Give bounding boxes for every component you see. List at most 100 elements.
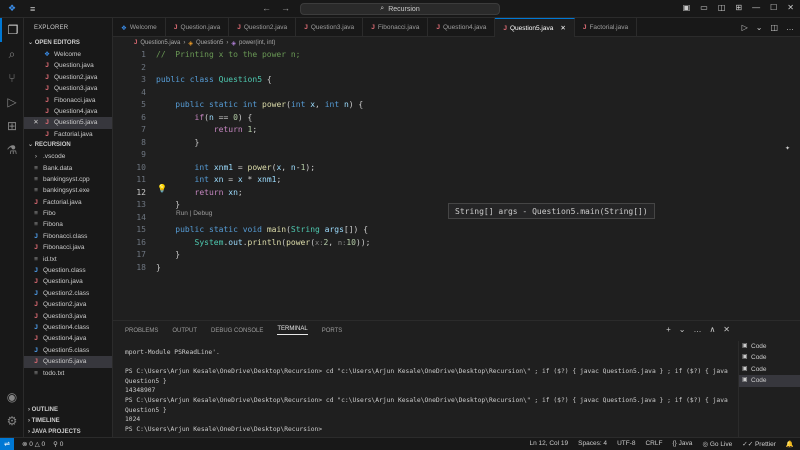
open-editor-item[interactable]: J Fibonacci.java: [24, 95, 112, 106]
panel-tab-terminal[interactable]: TERMINAL: [277, 326, 308, 335]
file-item[interactable]: J Question4.class: [24, 322, 112, 333]
file-item[interactable]: J Question4.java: [24, 333, 112, 344]
timeline-section[interactable]: › TIMELINE: [24, 416, 112, 427]
file-item[interactable]: J Fibonacci.java: [24, 242, 112, 253]
codelens-run-debug[interactable]: Run | Debug: [176, 210, 212, 217]
folder-item[interactable]: › .vscode: [24, 151, 112, 162]
file-item[interactable]: J Question3.java: [24, 311, 112, 322]
terminal-instance[interactable]: ▣ Code: [739, 364, 800, 375]
breadcrumb-file[interactable]: Question5.java: [140, 40, 180, 46]
close-tab-icon[interactable]: ✕: [560, 24, 565, 32]
split-icon[interactable]: ◫: [718, 3, 726, 12]
terminal-dropdown-icon[interactable]: ⌄: [679, 325, 686, 334]
file-item[interactable]: J Question5.class: [24, 345, 112, 356]
file-item[interactable]: ≡ Bank.data: [24, 163, 112, 174]
forward-arrow-icon[interactable]: →: [281, 3, 290, 13]
open-editor-item[interactable]: J Question2.java: [24, 72, 112, 83]
account-icon[interactable]: ◉: [0, 385, 24, 409]
close-icon[interactable]: ✕: [32, 117, 40, 128]
run-dropdown-icon[interactable]: ⌄: [756, 23, 763, 32]
breadcrumb-class[interactable]: Question5: [196, 40, 223, 46]
terminal-instance[interactable]: ▣ Code: [739, 375, 800, 387]
file-item[interactable]: ≡ bankingsyst.exe: [24, 185, 112, 196]
errors-status[interactable]: ⊗ 0 △ 0: [22, 440, 45, 448]
back-arrow-icon[interactable]: ←: [262, 3, 271, 13]
lightbulb-icon[interactable]: 💡: [157, 184, 167, 193]
file-item[interactable]: J Fibonacci.class: [24, 231, 112, 242]
code-editor[interactable]: 1 2 3 4 5 6 7 8 9 10 11 12 13 14 15 16 17 18 // Printing …: [113, 49, 800, 320]
editor-tab[interactable]: J Question5.java ✕: [495, 18, 575, 37]
search-view-icon[interactable]: ⌕: [0, 42, 24, 66]
editor-tab[interactable]: J Question3.java: [296, 18, 364, 37]
file-item[interactable]: J Factorial.java: [24, 197, 112, 208]
more-actions-icon[interactable]: …: [786, 23, 794, 32]
file-item[interactable]: J Question2.class: [24, 288, 112, 299]
file-item[interactable]: J Question.java: [24, 276, 112, 287]
menu-icon[interactable]: ≡: [24, 4, 41, 14]
layout-icon[interactable]: ▣: [683, 3, 691, 12]
terminal-instance[interactable]: ▣ Code: [739, 352, 800, 363]
file-item[interactable]: ≡ todo.txt: [24, 368, 112, 379]
editor-tab[interactable]: J Question4.java: [428, 18, 496, 37]
testing-icon[interactable]: ⚗: [0, 138, 24, 162]
explorer-icon[interactable]: ❐: [0, 18, 24, 42]
panel-toggle-icon[interactable]: ▭: [700, 3, 708, 12]
breadcrumb-method[interactable]: power(int, int): [239, 40, 275, 46]
editor-tab[interactable]: J Question.java: [166, 18, 230, 37]
file-item[interactable]: J Question5.java: [24, 356, 112, 368]
go-live-button[interactable]: ◎ Go Live: [702, 440, 732, 448]
extensions-icon[interactable]: ⊞: [0, 114, 24, 138]
new-terminal-icon[interactable]: +: [666, 325, 671, 334]
prettier-status[interactable]: ✓✓ Prettier: [742, 440, 776, 448]
encoding[interactable]: UTF-8: [617, 440, 635, 448]
run-icon[interactable]: ▷: [742, 23, 748, 32]
customize-layout-icon[interactable]: ⊞: [735, 3, 742, 12]
open-editor-label: Question5.java: [54, 119, 98, 127]
file-item[interactable]: J Question.class: [24, 265, 112, 276]
open-editors-header[interactable]: ⌄ OPEN EDITORS: [24, 38, 112, 49]
remote-icon[interactable]: ⇌: [0, 437, 14, 450]
open-editor-item[interactable]: ❖ Welcome: [24, 49, 112, 60]
panel-tab-ports[interactable]: PORTS: [322, 328, 343, 334]
maximize-icon[interactable]: ☐: [770, 3, 777, 12]
panel-tab-debug-console[interactable]: DEBUG CONSOLE: [211, 328, 263, 334]
file-item[interactable]: J Question2.java: [24, 299, 112, 310]
recursion-folder-header[interactable]: ⌄ RECURSION: [24, 140, 112, 151]
language-mode[interactable]: {} Java: [672, 440, 692, 448]
terminal-instance[interactable]: ▣ Code: [739, 341, 800, 352]
file-item[interactable]: ≡ id.txt: [24, 254, 112, 265]
source-control-icon[interactable]: ⑂: [0, 66, 24, 90]
chat-icon[interactable]: ✦: [785, 143, 790, 152]
minimize-icon[interactable]: —: [752, 3, 760, 12]
open-editor-item[interactable]: J Question3.java: [24, 83, 112, 94]
java-projects-section[interactable]: › JAVA PROJECTS: [24, 427, 112, 437]
open-editor-item[interactable]: J Question4.java: [24, 106, 112, 117]
file-item[interactable]: ≡ Fibona: [24, 219, 112, 230]
ports-status[interactable]: ⚲ 0: [53, 440, 63, 448]
more-actions-icon[interactable]: …: [693, 325, 701, 334]
open-editor-item[interactable]: ✕ J Question5.java: [24, 117, 112, 129]
cursor-position[interactable]: Ln 12, Col 19: [529, 440, 568, 448]
panel-tab-problems[interactable]: PROBLEMS: [125, 328, 158, 334]
command-center-search[interactable]: ⌕ Recursion: [300, 3, 500, 15]
split-editor-icon[interactable]: ◫: [770, 23, 778, 32]
editor-tab[interactable]: J Factorial.java: [575, 18, 638, 37]
notifications-icon[interactable]: 🔔: [786, 440, 794, 448]
panel-tab-output[interactable]: OUTPUT: [172, 328, 197, 334]
outline-section[interactable]: › OUTLINE: [24, 405, 112, 416]
open-editor-item[interactable]: J Factorial.java: [24, 129, 112, 140]
close-window-icon[interactable]: ✕: [787, 3, 794, 12]
settings-gear-icon[interactable]: ⚙: [0, 409, 24, 433]
run-debug-icon[interactable]: ▷: [0, 90, 24, 114]
line-ending[interactable]: CRLF: [645, 440, 662, 448]
editor-tab[interactable]: J Fibonacci.java: [363, 18, 429, 37]
file-item[interactable]: ≡ bankingsyst.cpp: [24, 174, 112, 185]
terminal-output[interactable]: mport-Module PSReadLine'. PS C:\Users\Arj…: [125, 348, 728, 434]
file-item[interactable]: ≡ Fibo: [24, 208, 112, 219]
close-panel-icon[interactable]: ✕: [723, 325, 730, 334]
open-editor-item[interactable]: J Question.java: [24, 60, 112, 71]
maximize-panel-icon[interactable]: ∧: [709, 325, 715, 334]
editor-tab[interactable]: ❖ Welcome: [113, 18, 166, 37]
editor-tab[interactable]: J Question2.java: [229, 18, 297, 37]
indentation[interactable]: Spaces: 4: [578, 440, 607, 448]
